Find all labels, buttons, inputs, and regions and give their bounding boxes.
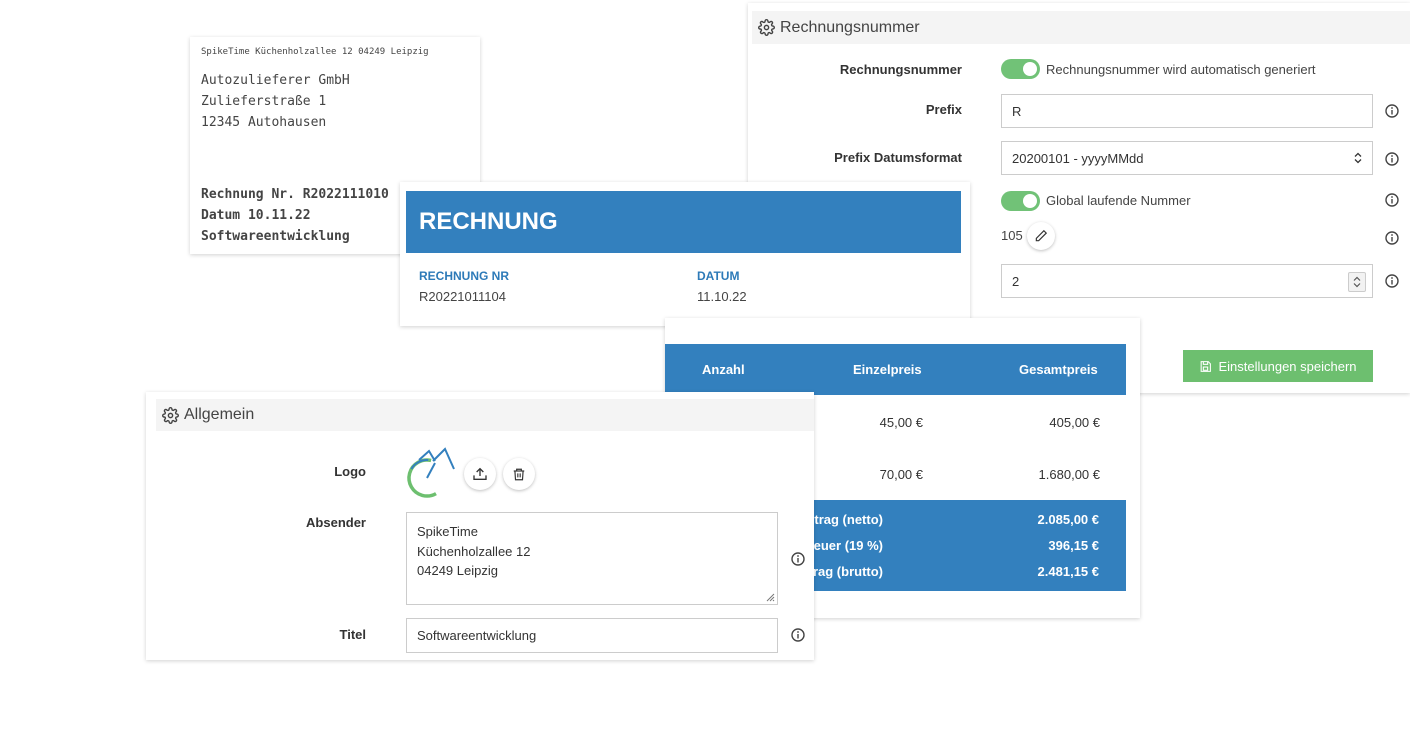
title-label: Titel (339, 627, 367, 642)
info-icon[interactable] (790, 627, 806, 643)
invoice-date-heading: DATUM (697, 269, 740, 283)
gear-icon (758, 19, 775, 36)
logo-label: Logo (334, 464, 366, 479)
row-total-price: 1.680,00 € (1038, 467, 1100, 482)
letter-address-line: Autozulieferer GmbH (201, 73, 350, 88)
sender-line: 04249 Leipzig (417, 563, 498, 578)
letter-invoice-number: Rechnung Nr. R2022111010 (201, 187, 389, 202)
digits-input[interactable]: 2 (1001, 264, 1373, 298)
sender-line: SpikeTime (417, 524, 478, 539)
global-number-text: Global laufende Nummer (1046, 193, 1191, 208)
spinner-arrows-icon (1353, 276, 1361, 288)
info-icon[interactable] (1384, 151, 1400, 167)
info-icon[interactable] (1384, 273, 1400, 289)
number-spinner[interactable] (1348, 272, 1366, 292)
edit-counter-button[interactable] (1027, 222, 1055, 250)
counter-value: 105 (1001, 228, 1023, 243)
sender-line: Küchenholzallee 12 (417, 543, 531, 559)
date-format-select[interactable]: 20200101 - yyyyMMdd (1001, 141, 1373, 175)
resize-grip-icon[interactable] (766, 593, 775, 602)
upload-icon (473, 467, 487, 480)
save-settings-button[interactable]: Einstellungen speichern (1183, 350, 1373, 382)
table-header: Anzahl Einzelpreis Gesamtpreis (665, 344, 1126, 395)
global-number-toggle[interactable] (1001, 191, 1040, 211)
info-icon[interactable] (790, 551, 806, 567)
column-header-total-price: Gesamtpreis (1019, 362, 1098, 377)
row-total-price: 405,00 € (1049, 415, 1100, 430)
letter-date: Datum 10.11.22 (201, 208, 311, 223)
info-icon[interactable] (1384, 192, 1400, 208)
sender-label: Absender (306, 515, 366, 530)
total-net-value: 2.085,00 € (1037, 512, 1099, 527)
gear-icon (162, 406, 179, 424)
prefix-input[interactable]: R (1001, 94, 1373, 128)
invoice-header-preview: RECHNUNG RECHNUNG NR R20221011104 DATUM … (400, 182, 970, 326)
date-format-value: 20200101 - yyyyMMdd (1012, 150, 1144, 166)
info-icon[interactable] (1384, 230, 1400, 246)
letter-address-line: Zulieferstraße 1 (201, 94, 327, 109)
panel-header: Rechnungsnummer (752, 11, 1410, 44)
title-input[interactable]: Softwareentwicklung (406, 618, 778, 653)
letter-sender-line: SpikeTime Küchenholzallee 12 04249 Leipz… (201, 47, 429, 57)
auto-number-text: Rechnungsnummer wird automatisch generie… (1046, 62, 1316, 77)
auto-number-toggle[interactable] (1001, 59, 1040, 79)
column-header-unit-price: Einzelpreis (853, 362, 922, 377)
trash-icon (513, 468, 525, 480)
letter-address: Autozulieferer GmbH Zulieferstraße 1 123… (201, 70, 350, 133)
stopwatch-logo-icon (407, 447, 455, 498)
pencil-icon (1035, 229, 1048, 242)
row-unit-price: 70,00 € (879, 467, 923, 482)
column-header-quantity: Anzahl (702, 362, 745, 377)
upload-logo-button[interactable] (464, 458, 496, 490)
prefix-label: Prefix (925, 102, 962, 117)
panel-title: Rechnungsnummer (780, 18, 920, 36)
general-settings-panel: Allgemein Logo Absender SpikeTime Küchen… (146, 392, 814, 660)
panel-header: Allgemein (156, 399, 814, 431)
letter-address-line: 12345 Autohausen (201, 115, 327, 130)
save-settings-label: Einstellungen speichern (1218, 358, 1357, 374)
invoice-date-value: 11.10.22 (697, 289, 747, 304)
invoice-number-value: R20221011104 (419, 289, 506, 304)
invoice-number-label: Rechnungsnummer (839, 62, 962, 77)
info-icon[interactable] (1384, 103, 1400, 119)
date-format-label: Prefix Datumsformat (834, 150, 962, 165)
prefix-value: R (1012, 103, 1022, 119)
floppy-icon (1201, 360, 1212, 372)
total-gross-value: 2.481,15 € (1037, 564, 1099, 579)
delete-logo-button[interactable] (503, 458, 535, 490)
letter-title: Softwareentwicklung (201, 229, 350, 244)
row-unit-price: 45,00 € (879, 415, 923, 430)
panel-title: Allgemein (184, 406, 255, 423)
invoice-number-heading: RECHNUNG NR (419, 269, 509, 283)
vat-value: 396,15 € (1048, 538, 1099, 553)
title-value: Softwareentwicklung (417, 628, 537, 643)
invoice-banner: RECHNUNG (406, 191, 961, 253)
digits-value: 2 (1012, 273, 1020, 289)
sender-textarea[interactable]: SpikeTime Küchenholzallee 12 04249 Leipz… (406, 512, 778, 605)
letter-meta: Rechnung Nr. R2022111010 Datum 10.11.22 … (201, 184, 389, 247)
select-arrows-icon (1354, 152, 1362, 164)
